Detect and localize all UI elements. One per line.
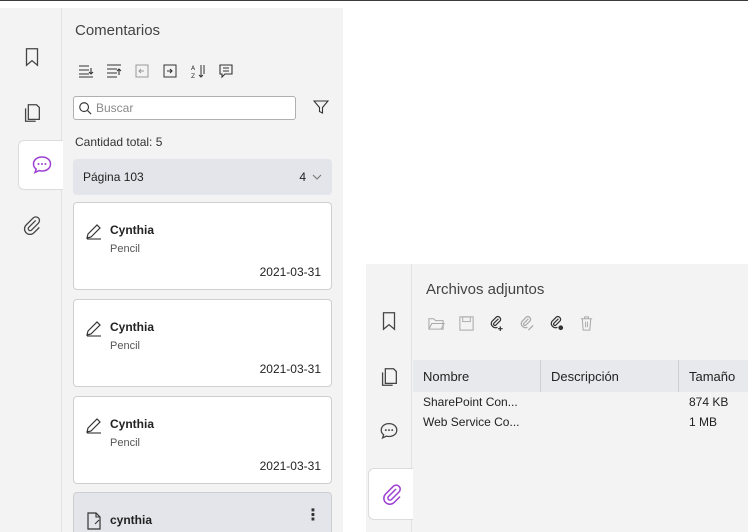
sort-az-icon[interactable]: AZ [187, 60, 209, 82]
filter-icon[interactable] [310, 96, 332, 118]
pencil-icon [86, 418, 101, 434]
comments-content: Comentarios AZ Buscar Cantidad total: 5 … [63, 8, 343, 532]
search-icon [79, 102, 92, 115]
column-header-size[interactable]: Tamaño [679, 360, 748, 392]
add-attachment-icon[interactable] [485, 312, 507, 334]
table-row[interactable]: Web Service Co... 1 MB [413, 412, 748, 432]
page-group-count-wrap: 4 [299, 170, 322, 184]
attachment-icon [382, 484, 401, 505]
pages-icon[interactable] [372, 360, 406, 394]
comment-type: Pencil [110, 243, 140, 255]
comment-author: cynthia [110, 513, 153, 527]
side-rail [366, 264, 414, 532]
comment-card[interactable]: Cynthia Pencil 2021-03-31 [73, 396, 332, 484]
attachment-size: 1 MB [689, 415, 718, 429]
attachments-panel: Archivos adjuntos Nombre Descripción Tam… [366, 264, 748, 532]
comment-date: 2021-03-31 [259, 265, 321, 279]
comment-date: 2021-03-31 [259, 459, 321, 473]
attachments-table: Nombre Descripción Tamaño SharePoint Con… [413, 360, 748, 432]
pencil-icon [86, 321, 101, 337]
svg-text:Z: Z [191, 73, 195, 79]
panel-title: Comentarios [75, 22, 161, 39]
bookmark-icon[interactable] [372, 304, 406, 338]
page-group-count: 4 [299, 170, 306, 184]
delete-icon[interactable] [575, 312, 597, 334]
svg-text:A: A [191, 65, 196, 72]
attachments-content: Archivos adjuntos Nombre Descripción Tam… [413, 264, 748, 532]
search-input[interactable] [96, 101, 286, 115]
window-top-border [0, 0, 748, 1]
page-group-label: Página 103 [83, 170, 144, 184]
comment-bubble-icon [32, 156, 51, 174]
comment-list-icon[interactable] [215, 60, 237, 82]
comment-bubble-icon[interactable] [372, 414, 406, 448]
attachments-toolbar [425, 312, 597, 334]
side-rail [0, 8, 64, 532]
comments-panel: Comentarios AZ Buscar Cantidad total: 5 … [0, 8, 343, 532]
comment-author: Cynthia [110, 223, 155, 237]
search-box[interactable] [73, 96, 296, 120]
collapse-all-icon[interactable] [103, 60, 125, 82]
note-icon [87, 512, 101, 530]
export-icon[interactable] [159, 60, 181, 82]
comment-author: Cynthia [110, 417, 155, 431]
attachment-size: 874 KB [689, 395, 729, 409]
column-header-name[interactable]: Nombre [413, 360, 541, 392]
save-icon[interactable] [455, 312, 477, 334]
attachments-tab[interactable] [368, 468, 414, 520]
total-count: Cantidad total: 5 [75, 135, 163, 149]
pages-icon[interactable] [15, 96, 49, 130]
comment-author: Cynthia [110, 320, 155, 334]
comment-type: Pencil [110, 437, 140, 449]
comments-toolbar: AZ [75, 60, 237, 82]
comment-card[interactable]: Cynthia Pencil 2021-03-31 [73, 202, 332, 290]
panel-title: Archivos adjuntos [426, 281, 545, 298]
comment-card-selected[interactable]: cynthia ⋮ [73, 492, 332, 532]
page-group-header[interactable]: Página 103 4 [73, 159, 332, 195]
comments-tab[interactable] [18, 140, 64, 190]
bookmark-icon[interactable] [15, 40, 49, 74]
attachment-icon[interactable] [15, 208, 49, 242]
edit-attachment-icon[interactable] [515, 312, 537, 334]
expand-all-icon[interactable] [75, 60, 97, 82]
comment-card[interactable]: Cynthia Pencil 2021-03-31 [73, 299, 332, 387]
table-header: Nombre Descripción Tamaño [413, 360, 748, 392]
pencil-icon [86, 224, 101, 240]
import-icon[interactable] [131, 60, 153, 82]
attachment-name: Web Service Co... [423, 415, 520, 429]
column-header-description[interactable]: Descripción [541, 360, 679, 392]
attachment-settings-icon[interactable] [545, 312, 567, 334]
more-options-icon[interactable]: ⋮ [305, 505, 321, 525]
attachment-name: SharePoint Con... [423, 395, 518, 409]
open-folder-icon[interactable] [425, 312, 447, 334]
table-row[interactable]: SharePoint Con... 874 KB [413, 392, 748, 412]
chevron-down-icon [312, 174, 322, 180]
comment-date: 2021-03-31 [259, 362, 321, 376]
comment-type: Pencil [110, 340, 140, 352]
